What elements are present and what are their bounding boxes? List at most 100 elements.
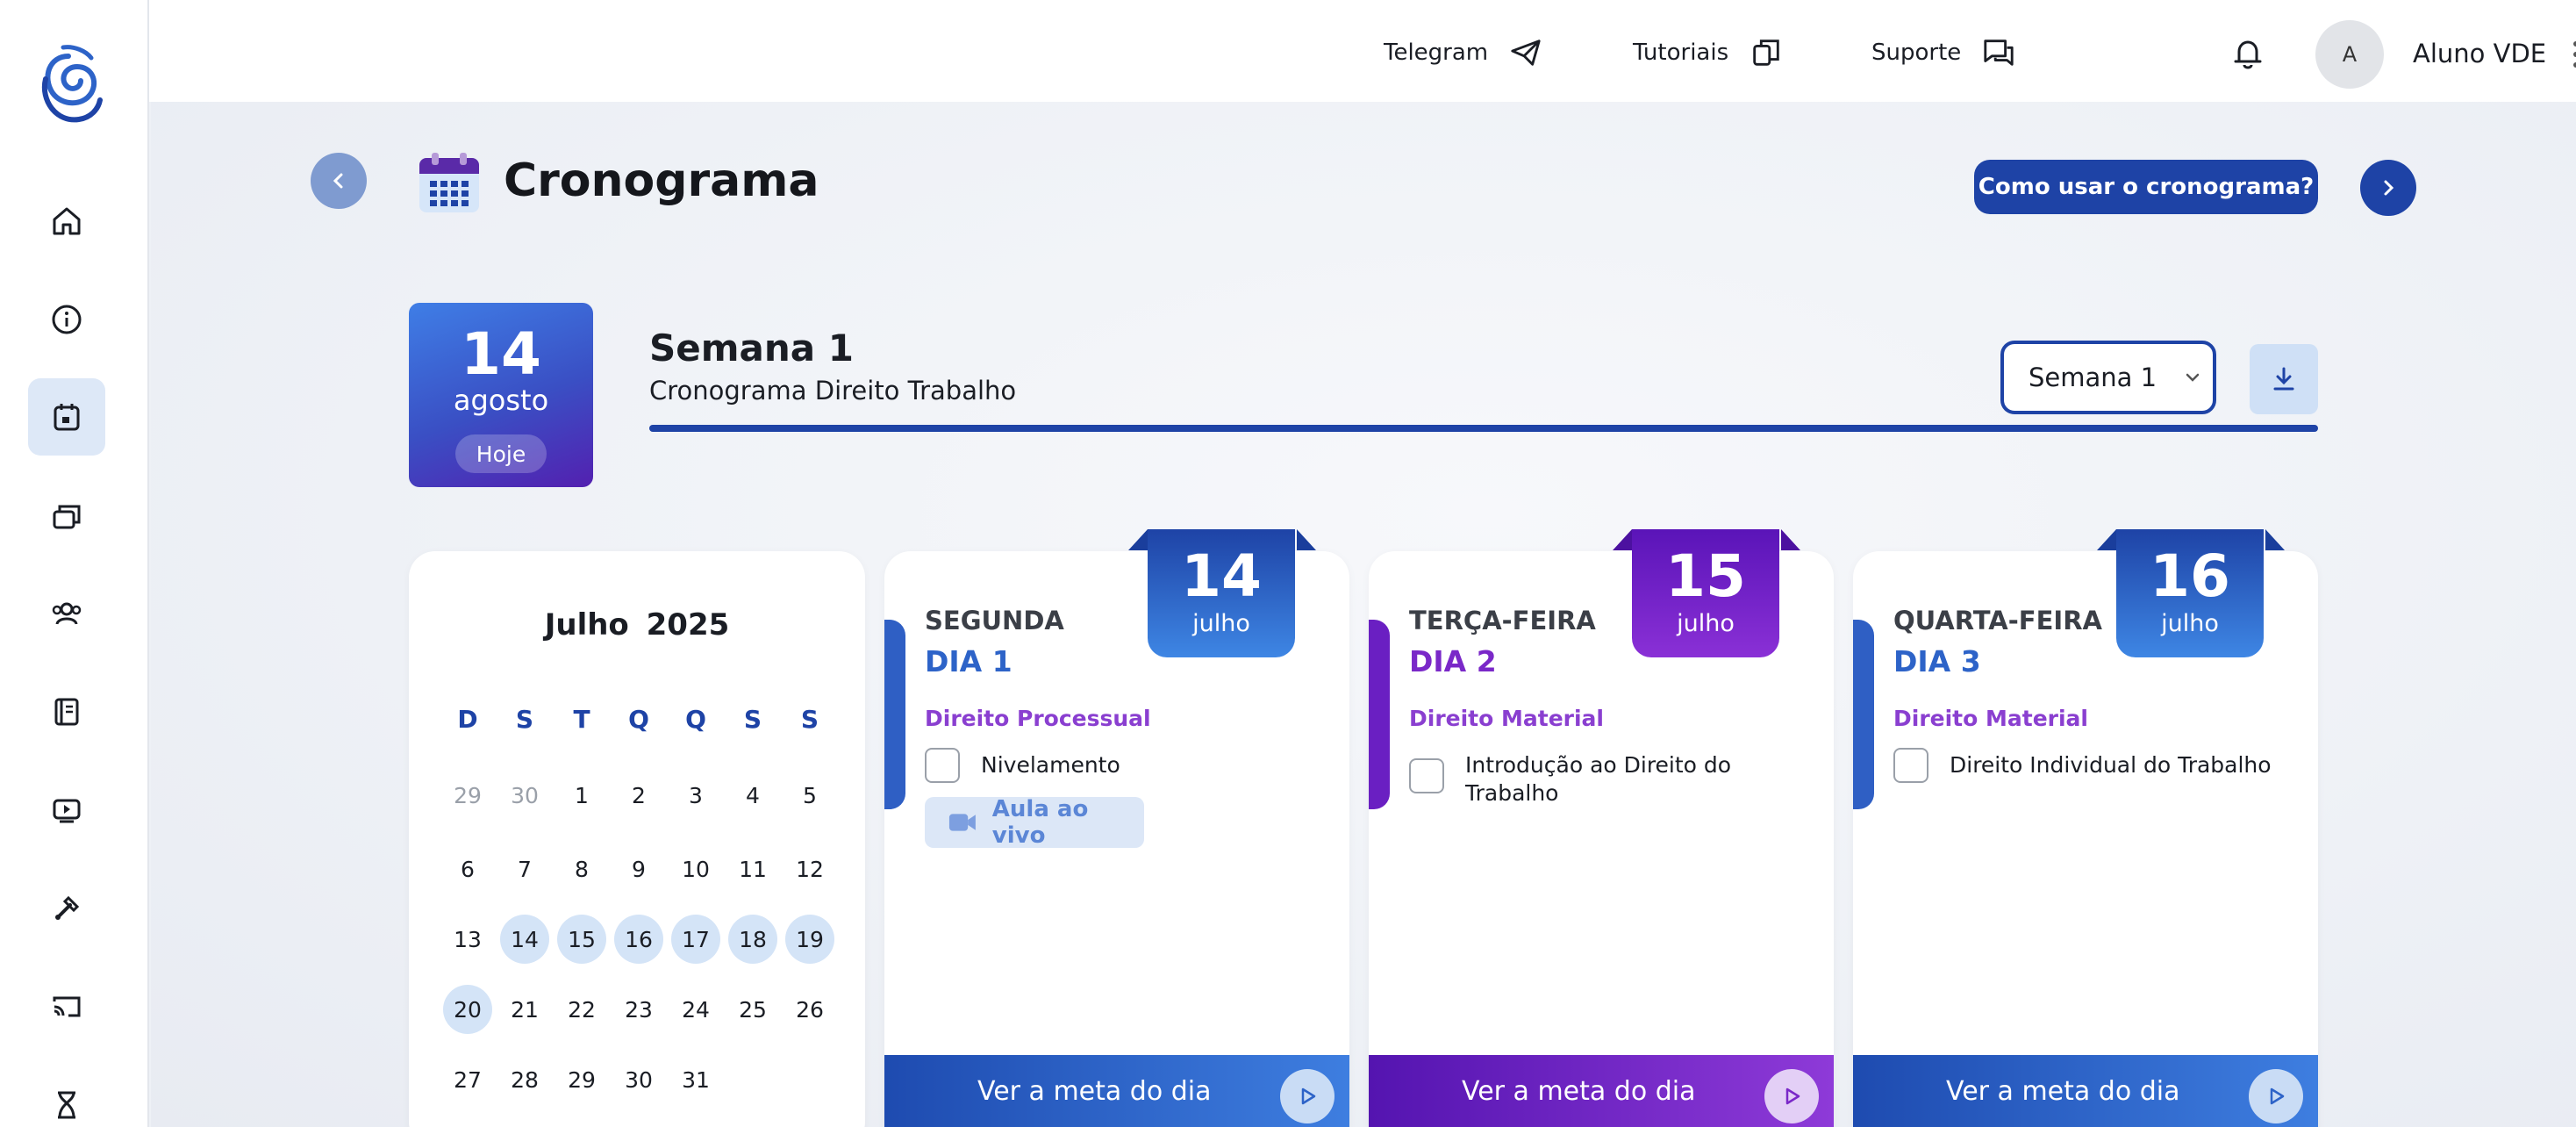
play-button[interactable] <box>1279 1069 1335 1123</box>
calendar-day[interactable]: 13 <box>443 915 492 964</box>
download-button[interactable] <box>2250 344 2318 414</box>
calendar-day[interactable]: 14 <box>500 915 549 964</box>
calendar-day[interactable]: 6 <box>443 844 492 894</box>
calendar-day[interactable]: 16 <box>614 915 663 964</box>
calendar-day[interactable]: 18 <box>728 915 777 964</box>
calendar-day[interactable]: 25 <box>728 985 777 1034</box>
weekday-header: Q <box>685 704 706 734</box>
play-button[interactable] <box>1764 1069 1819 1123</box>
calendar-day[interactable]: 31 <box>671 1055 720 1104</box>
chevron-left-icon <box>333 173 343 189</box>
copy-icon <box>1753 39 1779 66</box>
bell-icon[interactable] <box>2230 37 2265 72</box>
back-button[interactable] <box>311 153 367 209</box>
sidebar-item-cronograma[interactable] <box>28 378 105 456</box>
calendar-day[interactable]: 2 <box>614 771 663 820</box>
calendar-icon <box>54 404 80 431</box>
next-button[interactable] <box>2360 160 2416 216</box>
weekday-header: Q <box>628 704 649 734</box>
calendar-day[interactable]: 8 <box>557 844 606 894</box>
calendar-day[interactable]: 17 <box>671 915 720 964</box>
calendar-day[interactable]: 27 <box>443 1055 492 1104</box>
live-class-label: Aula ao vivo <box>991 796 1089 849</box>
chevron-down-icon <box>2186 373 2200 382</box>
card-accent-strip <box>1853 620 1874 809</box>
week-select[interactable]: Semana 1 <box>2000 341 2216 414</box>
calendar-day[interactable]: 22 <box>557 985 606 1034</box>
topbar: Telegram Tutoriais Suporte A Aluno VDE <box>149 0 2576 102</box>
user-avatar[interactable]: A <box>2315 20 2384 89</box>
weekday-header: T <box>573 704 590 734</box>
calendar-day[interactable]: 9 <box>614 844 663 894</box>
week-select-value: Semana 1 <box>2029 363 2157 392</box>
task-checkbox[interactable] <box>925 748 960 783</box>
sidebar-item-folders[interactable] <box>28 477 105 554</box>
calendar-day[interactable]: 23 <box>614 985 663 1034</box>
telegram-label: Telegram <box>1384 39 1489 66</box>
see-day-goal-button[interactable]: Ver a meta do dia <box>1853 1055 2318 1127</box>
calendar-day[interactable]: 4 <box>728 771 777 820</box>
tutorials-link[interactable]: Tutoriais <box>1633 0 1783 105</box>
ribbon-day: 15 <box>1665 542 1746 610</box>
calendar-day[interactable]: 19 <box>785 915 834 964</box>
calendar-day[interactable]: 3 <box>671 771 720 820</box>
calendar-day[interactable]: 12 <box>785 844 834 894</box>
calendar-day[interactable]: 20 <box>443 985 492 1034</box>
card-subject: Direito Material <box>1409 706 1604 731</box>
sidebar-item-info[interactable] <box>28 281 105 358</box>
footer-label: Ver a meta do dia <box>977 1076 1212 1107</box>
calendar-day[interactable]: 26 <box>785 985 834 1034</box>
calendar-day[interactable]: 15 <box>557 915 606 964</box>
weekday-header: S <box>743 704 762 734</box>
month-calendar: Julho 2025 D S T Q Q S S 29 30 1 2 3 4 5 6 7 8 9 10 11 12 13 1… <box>409 551 865 1127</box>
card-subject: Direito Processual <box>925 706 1151 731</box>
play-icon <box>2270 1088 2284 1105</box>
sidebar-item-videos[interactable] <box>28 772 105 849</box>
sidebar-item-cast[interactable] <box>28 968 105 1045</box>
weekday-header: S <box>800 704 819 734</box>
notebook-icon <box>54 698 79 726</box>
calendar-day[interactable]: 29 <box>443 771 492 820</box>
user-name[interactable]: Aluno VDE <box>2413 39 2546 68</box>
sidebar <box>0 0 149 1127</box>
calendar-day[interactable]: 24 <box>671 985 720 1034</box>
brand-logo[interactable] <box>33 44 104 128</box>
video-camera-icon <box>948 814 976 831</box>
download-icon <box>2273 367 2294 391</box>
support-link[interactable]: Suporte <box>1871 0 2015 105</box>
task-checkbox[interactable] <box>1893 748 1928 783</box>
play-icon <box>1785 1088 1800 1105</box>
see-day-goal-button[interactable]: Ver a meta do dia <box>1369 1055 1834 1127</box>
calendar-day[interactable]: 7 <box>500 844 549 894</box>
see-day-goal-button[interactable]: Ver a meta do dia <box>884 1055 1349 1127</box>
play-button[interactable] <box>2248 1069 2303 1123</box>
weekday-header: D <box>457 704 478 734</box>
calendar-day[interactable]: 30 <box>614 1055 663 1104</box>
task-checkbox[interactable] <box>1409 758 1444 793</box>
card-weekday: SEGUNDA <box>925 606 1064 635</box>
calendar-day[interactable]: 30 <box>500 771 549 820</box>
more-options-icon[interactable] <box>2567 39 2576 70</box>
sidebar-item-timer[interactable] <box>28 1066 105 1127</box>
telegram-link[interactable]: Telegram <box>1384 0 1542 105</box>
calendar-day[interactable]: 28 <box>500 1055 549 1104</box>
ribbon-month: julho <box>1192 610 1250 637</box>
sidebar-item-community[interactable] <box>28 575 105 652</box>
calendar-day[interactable]: 1 <box>557 771 606 820</box>
calendar-day[interactable]: 11 <box>728 844 777 894</box>
live-class-button[interactable]: Aula ao vivo <box>925 796 1144 849</box>
today-badge[interactable]: Hoje <box>455 434 547 473</box>
sidebar-item-notebook[interactable] <box>28 673 105 750</box>
calendar-day[interactable]: 10 <box>671 844 720 894</box>
tools-icon <box>55 895 80 920</box>
card-weekday: QUARTA-FEIRA <box>1893 606 2102 635</box>
calendar-day[interactable]: 5 <box>785 771 834 820</box>
sidebar-item-tools[interactable] <box>28 870 105 947</box>
help-button[interactable]: Como usar o cronograma? <box>1974 160 2318 214</box>
calendar-title: Julho 2025 <box>409 607 865 642</box>
calendar-day[interactable]: 29 <box>557 1055 606 1104</box>
calendar-year: 2025 <box>646 607 730 642</box>
card-weekday: TERÇA-FEIRA <box>1409 606 1596 635</box>
calendar-day[interactable]: 21 <box>500 985 549 1034</box>
sidebar-item-home[interactable] <box>28 183 105 260</box>
